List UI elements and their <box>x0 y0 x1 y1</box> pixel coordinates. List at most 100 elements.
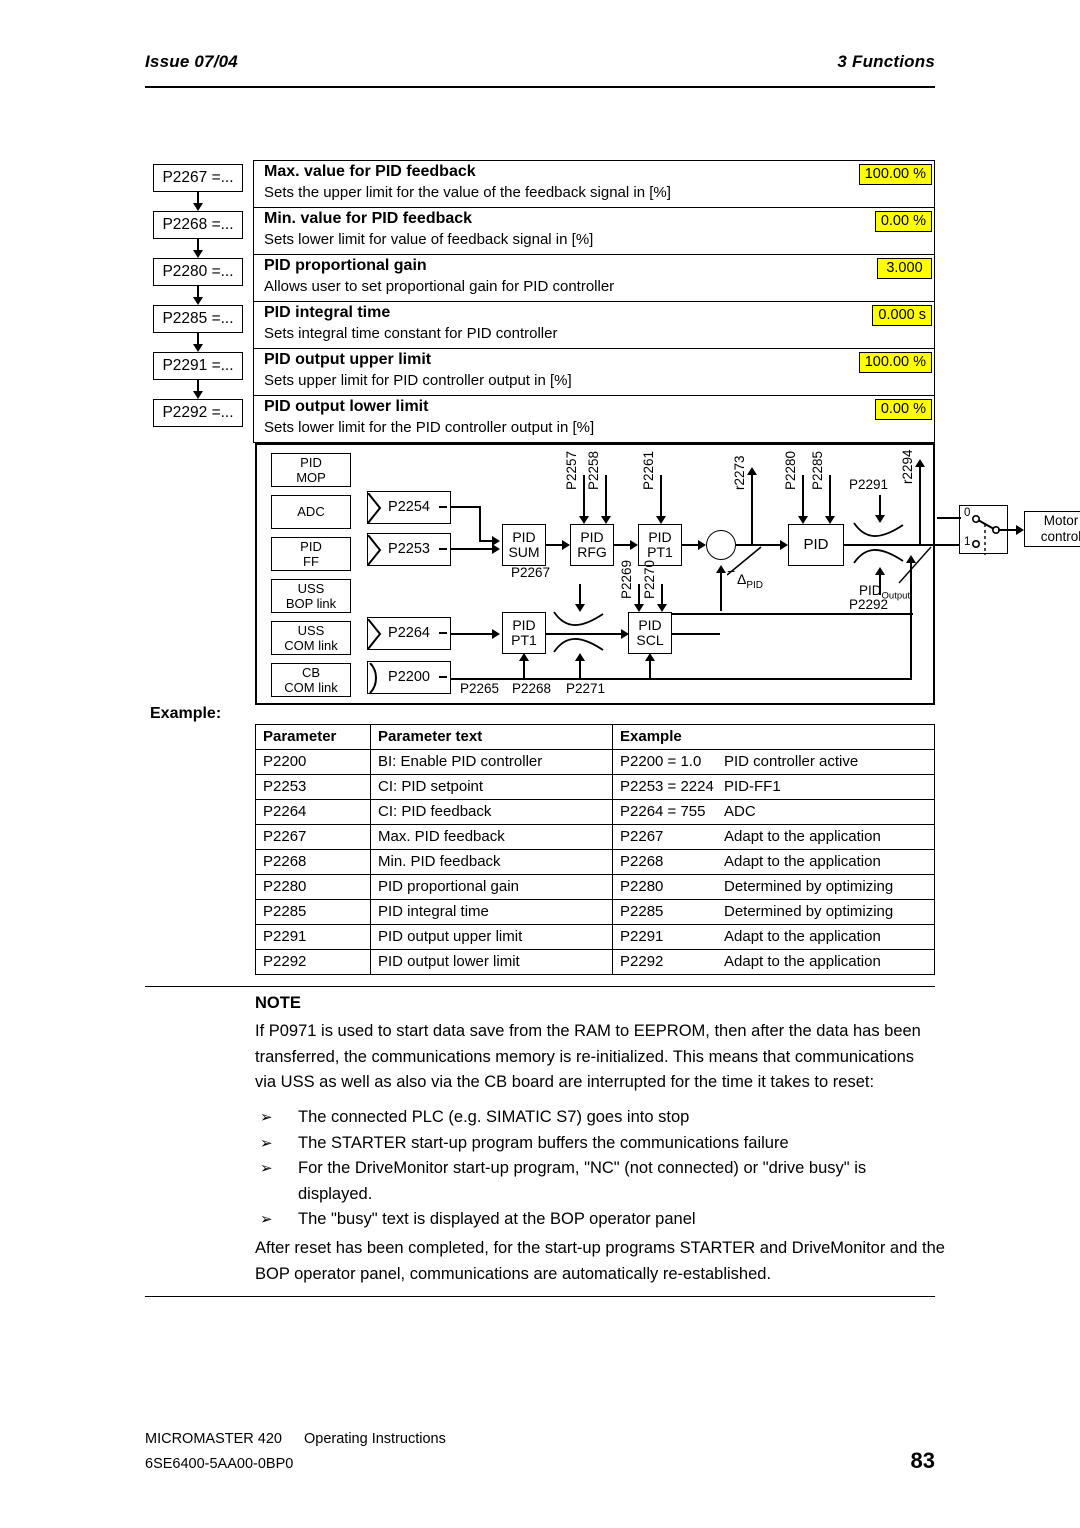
source-block-pid-ff: PID FF <box>271 537 351 571</box>
cell-example: P2267 Adapt to the application <box>612 824 935 850</box>
cell-example: P2253 = 2224 PID-FF1 <box>612 774 935 800</box>
cell-example-value: P2264 = 755 <box>620 803 706 820</box>
cell-example: P2285 Determined by optimizing <box>612 899 935 925</box>
selector-notch-icon <box>368 493 382 523</box>
cell-example-value: P2200 = 1.0 <box>620 753 702 770</box>
flow-arrow-down-icon <box>193 192 203 211</box>
wire-arrow <box>451 544 500 554</box>
table-row: P2264 CI: PID feedback P2264 = 755 ADC <box>255 799 935 825</box>
parameter-key-box: P2291 =... <box>153 352 243 380</box>
parameter-body: PID integral time Sets integral time con… <box>253 301 935 348</box>
block-line1: PID <box>512 528 536 545</box>
wire-arrow <box>645 653 655 679</box>
parameter-description: Sets integral time constant for PID cont… <box>264 325 558 342</box>
cell-parameter-text: Min. PID feedback <box>370 849 613 875</box>
selector-terminal <box>439 506 447 508</box>
label-p2291: P2291 <box>849 477 889 492</box>
wire-arrow <box>747 467 757 545</box>
parameter-title: PID output upper limit <box>264 351 432 368</box>
selector-terminal <box>439 632 447 634</box>
cell-parameter: P2264 <box>255 799 371 825</box>
cell-example: P2291 Adapt to the application <box>612 924 935 950</box>
note-bullet-list: ➢ The connected PLC (e.g. SIMATIC S7) go… <box>255 1105 935 1233</box>
table-row: P2285 PID integral time P2285 Determined … <box>255 899 935 925</box>
wire-arrow <box>579 475 589 524</box>
cell-parameter-text: Max. PID feedback <box>370 824 613 850</box>
cell-example-note: Adapt to the application <box>724 828 881 845</box>
block-line1: PID <box>512 616 536 633</box>
table-row: P2253 CI: PID setpoint P2253 = 2224 PID-F… <box>255 774 935 800</box>
selector-notch-icon <box>368 535 382 565</box>
parameter-key-box: P2268 =... <box>153 211 243 239</box>
block-pid-rfg: PID RFG <box>570 524 614 566</box>
cell-parameter: P2253 <box>255 774 371 800</box>
cell-example: P2200 = 1.0 PID controller active <box>612 749 935 775</box>
parameter-value-badge: 100.00 % <box>858 352 932 373</box>
wire-arrow <box>915 459 925 545</box>
table-header-row: Parameter Parameter text Example <box>255 724 935 750</box>
selector-notch-icon <box>369 663 377 693</box>
wire-arrow <box>656 475 666 524</box>
cell-example-note: Adapt to the application <box>724 853 881 870</box>
label-p2280: P2280 <box>783 450 798 490</box>
footer-order-number: 6SE6400-5AA00-0BP0 <box>145 1456 294 1472</box>
block-line2: RFG <box>577 544 607 560</box>
parameter-row: P2267 =... Max. value for PID feedback S… <box>145 160 935 211</box>
column-header-parameter: Parameter <box>255 724 371 750</box>
list-item-label: The connected PLC (e.g. SIMATIC S7) goes… <box>298 1108 690 1126</box>
bullet-arrow-icon: ➢ <box>260 1211 273 1228</box>
flow-arrow-down-icon <box>193 239 203 258</box>
parameter-title: PID integral time <box>264 304 391 321</box>
parameter-key-box: P2267 =... <box>153 164 243 192</box>
wire <box>451 506 479 508</box>
table-row: P2291 PID output upper limit P2291 Adapt … <box>255 924 935 950</box>
label-p2271: P2271 <box>566 681 606 696</box>
footer-product-line: MICROMASTER 420 Operating Instructions <box>145 1428 935 1450</box>
label-p2267: P2267 <box>511 565 551 580</box>
parameter-key-box: P2280 =... <box>153 258 243 286</box>
source-line2: FF <box>303 554 319 569</box>
block-line2: PT1 <box>511 632 537 648</box>
source-line1: PID <box>300 455 322 470</box>
wire-arrow <box>519 653 529 679</box>
parameter-key-cell: P2280 =... <box>145 254 253 305</box>
note-top-divider <box>145 986 935 987</box>
cell-parameter: P2285 <box>255 899 371 925</box>
footer-product: MICROMASTER 420 <box>145 1431 282 1447</box>
parameter-description: Allows user to set proportional gain for… <box>264 278 615 295</box>
table-row: P2268 Min. PID feedback P2268 Adapt to th… <box>255 849 935 875</box>
bullet-arrow-icon: ➢ <box>260 1160 273 1177</box>
cell-parameter-text: BI: Enable PID controller <box>370 749 613 775</box>
wire-arrow <box>634 584 644 612</box>
wire-arrow <box>575 653 585 679</box>
cell-example-value: P2267 <box>620 828 664 845</box>
selector-notch-icon <box>368 619 382 649</box>
block-line1: PID <box>580 528 604 545</box>
parameter-value-badge: 0.000 s <box>872 305 932 326</box>
parameter-value-badge: 0.00 % <box>874 399 932 420</box>
parameter-description: Sets lower limit for value of feedback s… <box>264 231 594 248</box>
parameter-title: Max. value for PID feedback <box>264 163 476 180</box>
selector-p2253: P2253 <box>367 533 451 566</box>
table-row: P2200 BI: Enable PID controller P2200 = … <box>255 749 935 775</box>
wire-arrow <box>798 475 808 524</box>
cell-parameter: P2268 <box>255 849 371 875</box>
parameter-body: Min. value for PID feedback Sets lower l… <box>253 207 935 254</box>
motor-line2: control <box>1040 529 1080 544</box>
block-motor-control: Motor control <box>1024 511 1080 547</box>
table-row: P2280 PID proportional gain P2280 Determi… <box>255 874 935 900</box>
cell-example-value: P2280 <box>620 878 664 895</box>
cell-example: P2264 = 755 ADC <box>612 799 935 825</box>
list-item: ➢ For the DriveMonitor start-up program,… <box>255 1156 935 1207</box>
source-line1: ADC <box>297 504 325 519</box>
note-title: NOTE <box>255 994 301 1012</box>
label-p2270: P2270 <box>642 559 657 599</box>
column-header-parameter-text: Parameter text <box>370 724 613 750</box>
wire <box>937 517 961 519</box>
label-p2257: P2257 <box>564 450 579 490</box>
list-item: ➢ The STARTER start-up program buffers t… <box>255 1131 935 1157</box>
wire-arrow <box>575 584 585 612</box>
selector-terminal <box>439 676 447 678</box>
flow-arrow-down-icon <box>193 380 203 399</box>
example-heading: Example: <box>150 705 222 722</box>
